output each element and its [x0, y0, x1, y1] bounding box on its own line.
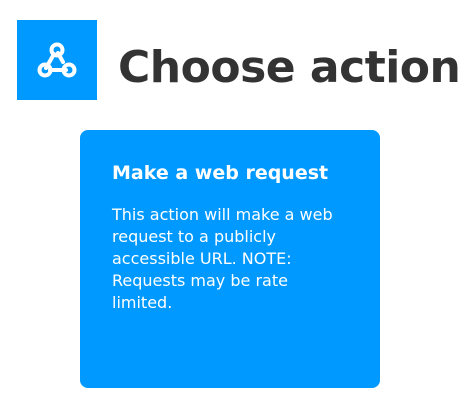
webhooks-icon [37, 42, 77, 78]
page-title: Choose action [118, 42, 461, 93]
action-card-description: This action will make a web request to a… [112, 205, 333, 312]
choose-action-page: Choose action Make a web request This ac… [0, 0, 470, 415]
webhooks-service-logo [17, 20, 97, 100]
action-card-make-web-request[interactable]: Make a web request This action will make… [80, 130, 380, 388]
action-card-title: Make a web request [112, 162, 329, 184]
